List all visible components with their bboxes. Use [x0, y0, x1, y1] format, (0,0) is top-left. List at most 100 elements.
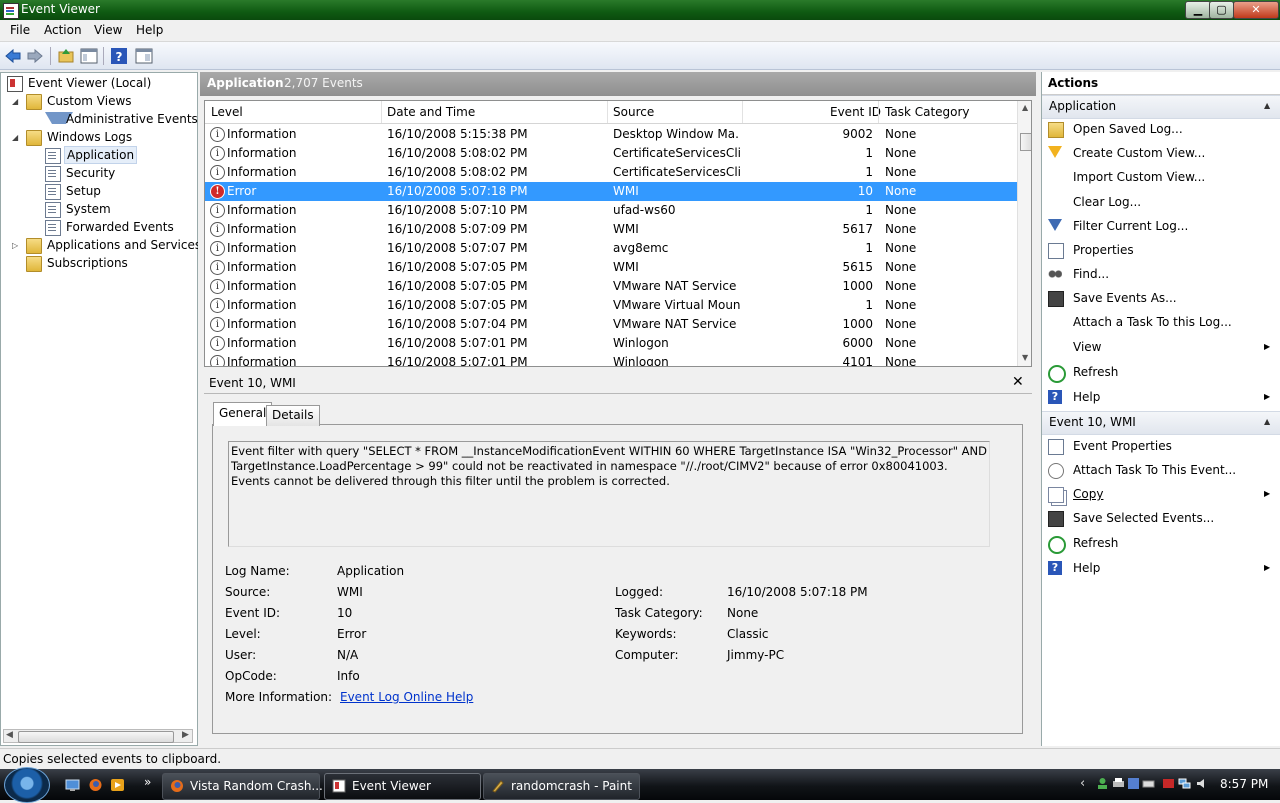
- scrollbar-thumb[interactable]: [1020, 133, 1031, 151]
- column-header-task-category[interactable]: Task Category: [885, 105, 970, 119]
- minimize-button[interactable]: ▁: [1185, 1, 1211, 19]
- column-header-source[interactable]: Source: [613, 105, 654, 119]
- taskbar-item-event-viewer[interactable]: Event Viewer: [324, 773, 481, 800]
- expand-custom-views-toggle[interactable]: ◢: [12, 97, 18, 106]
- action-properties[interactable]: Properties: [1042, 240, 1280, 262]
- table-row[interactable]: i Information 16/10/2008 5:07:10 PM ufad-ws…: [205, 201, 1017, 220]
- scroll-up-arrow-icon[interactable]: ▲: [1022, 103, 1028, 112]
- cell-cat: None: [885, 127, 917, 141]
- forward-arrow-icon[interactable]: [26, 47, 44, 65]
- printer-icon[interactable]: [1112, 777, 1125, 790]
- table-row[interactable]: i Information 16/10/2008 5:15:38 PM Desktop…: [205, 125, 1017, 144]
- action-create-custom-view[interactable]: Create Custom View...: [1042, 143, 1280, 165]
- action-save-selected-events[interactable]: Save Selected Events...: [1042, 508, 1280, 530]
- action-copy[interactable]: Copy ▶: [1042, 484, 1280, 506]
- action-help[interactable]: ? Help ▶: [1042, 387, 1280, 409]
- maximize-button[interactable]: ▢: [1209, 1, 1234, 19]
- scroll-left-arrow-icon[interactable]: ◀: [6, 730, 13, 740]
- start-button[interactable]: [4, 767, 50, 803]
- action-filter-current-log[interactable]: Filter Current Log...: [1042, 216, 1280, 238]
- collapse-icon[interactable]: ▲: [1264, 417, 1270, 426]
- table-row[interactable]: i Information 16/10/2008 5:07:05 PM VMware …: [205, 296, 1017, 315]
- column-header-event-id[interactable]: Event ID: [830, 105, 881, 119]
- event-description[interactable]: Event filter with query "SELECT * FROM _…: [228, 441, 990, 547]
- action-view[interactable]: View ▶: [1042, 337, 1280, 359]
- actions-title-bar: Actions: [1042, 72, 1280, 95]
- table-row[interactable]: i Information 16/10/2008 5:07:05 PM WMI 5615…: [205, 258, 1017, 277]
- table-row[interactable]: i Information 16/10/2008 5:08:02 PM Certifi…: [205, 163, 1017, 182]
- column-divider[interactable]: [878, 101, 879, 123]
- expand-apps-services-toggle[interactable]: ▷: [12, 241, 18, 250]
- table-row[interactable]: i Information 16/10/2008 5:07:01 PM Winlogo…: [205, 334, 1017, 353]
- collapse-icon[interactable]: ▲: [1264, 101, 1270, 110]
- table-row[interactable]: i Information 16/10/2008 5:07:07 PM avg8emc…: [205, 239, 1017, 258]
- column-divider[interactable]: [742, 101, 743, 123]
- cell-level: Information: [227, 203, 297, 217]
- table-row[interactable]: i Information 16/10/2008 5:07:04 PM VMware …: [205, 315, 1017, 334]
- back-arrow-icon[interactable]: [4, 47, 22, 65]
- action-save-events-as[interactable]: Save Events As...: [1042, 288, 1280, 310]
- show-desktop-icon[interactable]: [65, 778, 80, 792]
- column-divider[interactable]: [607, 101, 608, 123]
- action-attach-task-to-event[interactable]: Attach Task To This Event...: [1042, 460, 1280, 482]
- menu-view[interactable]: View: [94, 23, 122, 37]
- actions-section-event[interactable]: Event 10, WMI ▲: [1042, 411, 1280, 435]
- action-refresh-event[interactable]: Refresh: [1042, 533, 1280, 555]
- app-tray-icon[interactable]: [1127, 777, 1140, 790]
- menu-help[interactable]: Help: [136, 23, 163, 37]
- scrollbar-thumb[interactable]: [18, 731, 174, 743]
- action-refresh[interactable]: Refresh: [1042, 362, 1280, 384]
- action-clear-log[interactable]: Clear Log...: [1042, 192, 1280, 214]
- scroll-right-arrow-icon[interactable]: ▶: [182, 730, 189, 740]
- network-users-icon[interactable]: [1096, 777, 1109, 790]
- taskbar-item-paint[interactable]: randomcrash - Paint: [483, 773, 640, 800]
- table-row[interactable]: i Information 16/10/2008 5:08:02 PM Certifi…: [205, 144, 1017, 163]
- table-row[interactable]: i Information 16/10/2008 5:07:01 PM Winlogo…: [205, 353, 1017, 367]
- tree-horizontal-scrollbar[interactable]: ◀ ▶: [3, 729, 193, 743]
- information-icon: i: [210, 317, 225, 332]
- detail-header: Event 10, WMI ✕: [204, 374, 1032, 394]
- network-icon[interactable]: [1178, 777, 1191, 790]
- tree-item-applications-and-services-logs[interactable]: Applications and Services Lo: [26, 236, 198, 254]
- close-detail-icon[interactable]: ✕: [1012, 374, 1024, 390]
- system-clock[interactable]: 8:57 PM: [1220, 777, 1268, 791]
- table-row[interactable]: i Information 16/10/2008 5:07:05 PM VMware …: [205, 277, 1017, 296]
- cell-source: Winlogon: [613, 355, 669, 367]
- volume-icon[interactable]: [1196, 777, 1209, 790]
- grid-vertical-scrollbar[interactable]: ▲ ▼: [1017, 101, 1031, 366]
- menu-file[interactable]: File: [10, 23, 30, 37]
- cell-level: Information: [227, 146, 297, 160]
- action-import-custom-view[interactable]: Import Custom View...: [1042, 167, 1280, 189]
- close-button[interactable]: ✕: [1233, 1, 1279, 19]
- action-event-properties[interactable]: Event Properties: [1042, 436, 1280, 458]
- table-row[interactable]: ! Error 16/10/2008 5:07:18 PM WMI 10 None: [205, 182, 1017, 201]
- refresh-icon: [1048, 536, 1066, 554]
- show-hide-tree-icon[interactable]: [80, 47, 98, 65]
- action-open-saved-log[interactable]: Open Saved Log...: [1042, 119, 1280, 141]
- show-hide-action-pane-icon[interactable]: [135, 47, 153, 65]
- taskbar-item-vista-random-crash[interactable]: Vista Random Crash...: [162, 773, 323, 800]
- firefox-icon[interactable]: [88, 778, 103, 792]
- tab-details[interactable]: Details: [266, 405, 320, 426]
- up-folder-icon[interactable]: [57, 47, 75, 65]
- event-log-online-help-link[interactable]: Event Log Online Help: [340, 690, 473, 704]
- column-header-level[interactable]: Level: [211, 105, 243, 119]
- actions-section-application[interactable]: Application ▲: [1042, 95, 1280, 119]
- action-attach-task-to-log[interactable]: Attach a Task To this Log...: [1042, 312, 1280, 334]
- event-viewer-app-icon[interactable]: [3, 3, 19, 19]
- media-player-icon[interactable]: [110, 778, 125, 792]
- action-help-event[interactable]: ? Help ▶: [1042, 558, 1280, 580]
- menu-action[interactable]: Action: [44, 23, 82, 37]
- expand-windows-logs-toggle[interactable]: ◢: [12, 133, 18, 142]
- scroll-down-arrow-icon[interactable]: ▼: [1022, 353, 1028, 362]
- help-icon[interactable]: ?: [110, 47, 128, 65]
- action-find[interactable]: Find...: [1042, 264, 1280, 286]
- quick-launch-more[interactable]: »: [144, 775, 151, 789]
- security-alert-icon[interactable]: [1162, 777, 1175, 790]
- show-hidden-icons-arrow[interactable]: ‹: [1080, 776, 1085, 791]
- drive-icon[interactable]: [1142, 777, 1155, 790]
- tab-general[interactable]: General: [213, 402, 273, 426]
- column-header-date-and-time[interactable]: Date and Time: [387, 105, 475, 119]
- column-divider[interactable]: [381, 101, 382, 123]
- table-row[interactable]: i Information 16/10/2008 5:07:09 PM WMI 5617…: [205, 220, 1017, 239]
